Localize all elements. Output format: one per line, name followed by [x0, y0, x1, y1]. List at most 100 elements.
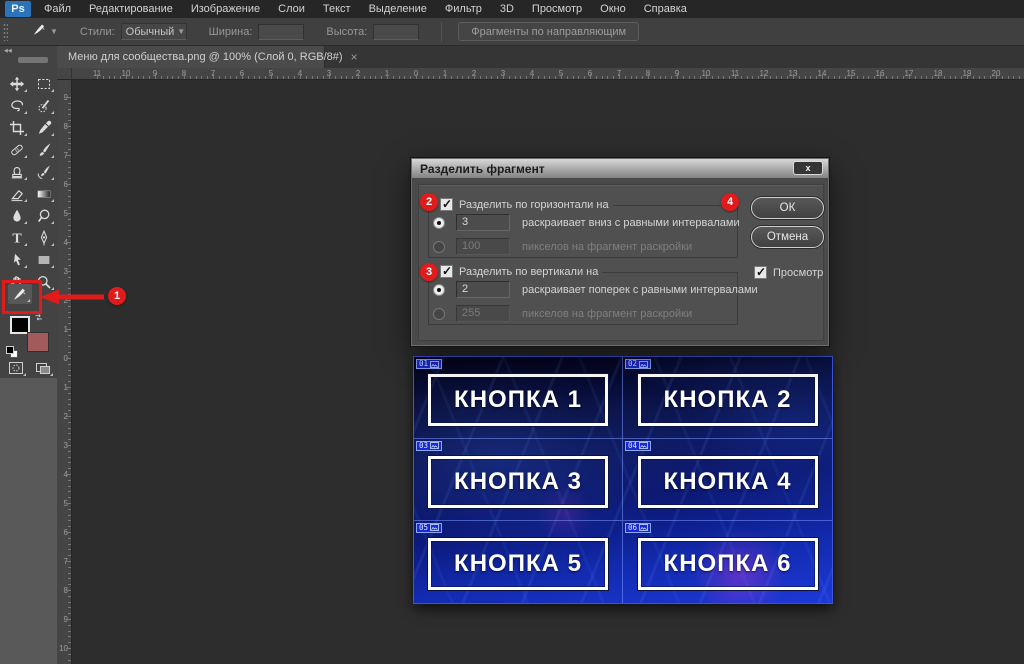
menu-item-10[interactable]: Окно [591, 0, 635, 18]
width-input[interactable] [258, 24, 304, 40]
tool-lasso[interactable] [5, 96, 29, 116]
current-tool-indicator[interactable]: ▼ [32, 22, 58, 42]
ruler-tick [254, 76, 255, 79]
tool-clone-stamp[interactable] [5, 162, 29, 182]
history-brush-icon [36, 164, 52, 180]
ruler-tick [312, 76, 313, 79]
tool-move[interactable] [5, 74, 29, 94]
options-bar-grip[interactable] [3, 23, 8, 41]
height-input[interactable] [373, 24, 419, 40]
menu-item-1[interactable]: Файл [35, 0, 80, 18]
ruler-tick [138, 76, 139, 79]
ruler-tick [68, 283, 71, 284]
ruler-tick [955, 76, 956, 79]
ruler-tick [921, 76, 922, 79]
tool-rect-shape[interactable] [32, 250, 56, 270]
tool-quick-mask[interactable] [4, 358, 28, 378]
tools-panel: ◀◀ T [0, 46, 57, 378]
menu-button-4: КНОПКА 4 [638, 456, 818, 508]
menu-item-2[interactable]: Редактирование [80, 0, 182, 18]
h-even-label: раскраивает вниз с равными интервалами [522, 217, 740, 229]
ruler-tick [68, 509, 71, 510]
tool-screen-mode[interactable] [31, 358, 55, 378]
menu-button-label: КНОПКА 3 [454, 468, 582, 496]
default-colors-icon[interactable] [6, 346, 18, 358]
panel-grip[interactable] [18, 57, 48, 63]
ruler-tick [909, 74, 910, 79]
tool-history-brush[interactable] [32, 162, 56, 182]
chevron-down-icon: ▼ [177, 27, 185, 36]
slice-number: 02 [628, 360, 637, 368]
vertical-divide-label: Разделить по вертикали на [459, 266, 598, 278]
ruler-tick [271, 74, 272, 79]
ruler-tick [654, 76, 655, 79]
ruler-tick [428, 76, 429, 79]
tool-quick-select[interactable] [32, 96, 56, 116]
h-pixels-input[interactable]: 100 [456, 238, 510, 255]
cancel-button[interactable]: Отмена [751, 226, 824, 248]
background-color-swatch[interactable] [27, 332, 49, 352]
vertical-divide-legend: Разделить по вертикали на [436, 265, 602, 278]
preview-checkbox[interactable] [754, 266, 767, 279]
pen-icon [36, 230, 52, 246]
h-count-input[interactable]: 3 [456, 214, 510, 231]
vertical-divide-checkbox[interactable] [440, 265, 453, 278]
ruler-tick [544, 76, 545, 79]
ruler-tick [68, 277, 71, 278]
ruler-tick [897, 76, 898, 79]
menu-item-3[interactable]: Изображение [182, 0, 269, 18]
menu-button-6: КНОПКА 6 [638, 538, 818, 590]
tool-pen[interactable] [32, 228, 56, 248]
tool-brush[interactable] [32, 140, 56, 160]
v-even-radio[interactable] [433, 284, 445, 296]
menu-item-9[interactable]: Просмотр [523, 0, 591, 18]
h-even-radio[interactable] [433, 217, 445, 229]
tool-blur[interactable] [5, 206, 29, 226]
ruler-tick [68, 567, 71, 568]
collapse-panel-icon[interactable]: ◀◀ [4, 48, 12, 54]
ruler-tick [68, 613, 71, 614]
ruler-tick [68, 625, 71, 626]
ruler-tick [723, 76, 724, 79]
tool-dodge[interactable] [32, 206, 56, 226]
tool-type[interactable]: T [5, 228, 29, 248]
h-pixels-radio[interactable] [433, 241, 445, 253]
tool-healing-brush[interactable] [5, 140, 29, 160]
tool-rect-marquee[interactable] [32, 74, 56, 94]
menu-item-5[interactable]: Текст [314, 0, 360, 18]
v-pixels-input[interactable]: 255 [456, 305, 510, 322]
tool-crop[interactable] [5, 118, 29, 138]
tool-path-select[interactable] [5, 250, 29, 270]
eraser-icon [9, 186, 25, 202]
ruler-tick [712, 76, 713, 79]
menu-item-8[interactable]: 3D [491, 0, 523, 18]
ruler-tick [68, 660, 71, 661]
dialog-title[interactable]: Разделить фрагмент [412, 159, 828, 178]
menu-item-7[interactable]: Фильтр [436, 0, 491, 18]
swap-colors-icon[interactable] [33, 312, 46, 330]
blur-icon [9, 208, 25, 224]
dialog-close-button[interactable]: x [793, 161, 823, 175]
tool-eraser[interactable] [5, 184, 29, 204]
ruler-tick [399, 76, 400, 79]
menu-item-4[interactable]: Слои [269, 0, 314, 18]
ruler-tick [66, 561, 71, 562]
horizontal-divide-checkbox[interactable] [440, 198, 453, 211]
ruler-tick [68, 317, 71, 318]
ruler-tick [66, 416, 71, 417]
tool-gradient[interactable] [32, 184, 56, 204]
menu-item-6[interactable]: Выделение [360, 0, 436, 18]
document-tab-bar: Меню для сообщества.png @ 100% (Слой 0, … [57, 46, 1024, 68]
menu-item-11[interactable]: Справка [635, 0, 696, 18]
document-tab[interactable]: Меню для сообщества.png @ 100% (Слой 0, … [57, 46, 325, 68]
style-select[interactable]: Обычный ▼ [121, 23, 187, 40]
close-tab-icon[interactable]: × [351, 52, 358, 62]
ok-button[interactable]: ОК [751, 197, 824, 219]
ruler-tick [68, 196, 71, 197]
slices-from-guides-button[interactable]: Фрагменты по направляющим [458, 22, 639, 41]
ruler-tick [68, 341, 71, 342]
v-pixels-radio[interactable] [433, 308, 445, 320]
v-count-input[interactable]: 2 [456, 281, 510, 298]
ruler-tick [68, 364, 71, 365]
tool-eyedropper[interactable] [32, 118, 56, 138]
